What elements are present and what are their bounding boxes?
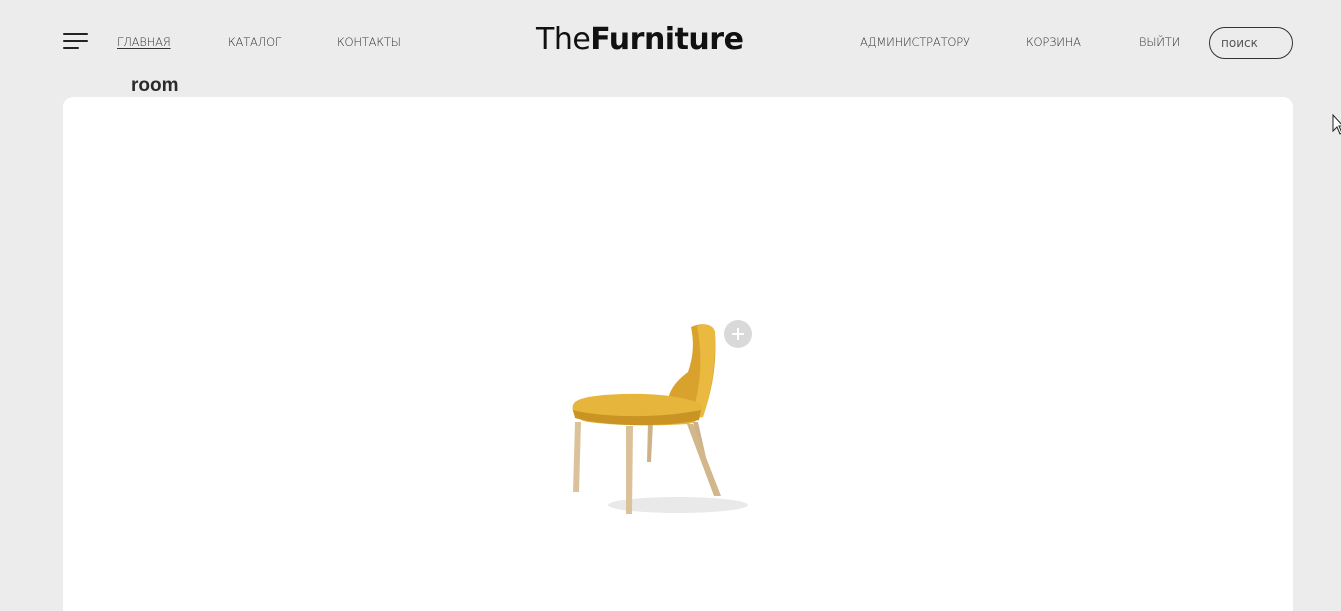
logo-part-bold: Furniture [590,22,744,57]
product-card [63,97,1293,611]
mouse-cursor-icon [1332,114,1341,135]
nav-cart-link[interactable]: КОРЗИНА [1026,35,1081,49]
search-input[interactable] [1209,27,1293,59]
chair-image[interactable] [563,292,788,527]
nav-home-link[interactable]: ГЛАВНАЯ [117,35,171,49]
nav-catalog-link[interactable]: КАТАЛОГ [228,35,281,49]
menu-icon[interactable] [63,33,88,51]
nav-logout-link[interactable]: ВЫЙТИ [1139,35,1180,49]
site-header: ГЛАВНАЯ КАТАЛОГ КОНТАКТЫ TheFurniture АД… [0,0,1341,80]
nav-contacts-link[interactable]: КОНТАКТЫ [337,35,401,49]
nav-admin-link[interactable]: АДМИНИСТРАТОРУ [860,35,970,49]
site-logo[interactable]: TheFurniture [536,22,744,57]
page-title: room [131,75,179,96]
add-to-cart-button[interactable] [724,320,752,348]
logo-part-light: The [536,22,591,57]
